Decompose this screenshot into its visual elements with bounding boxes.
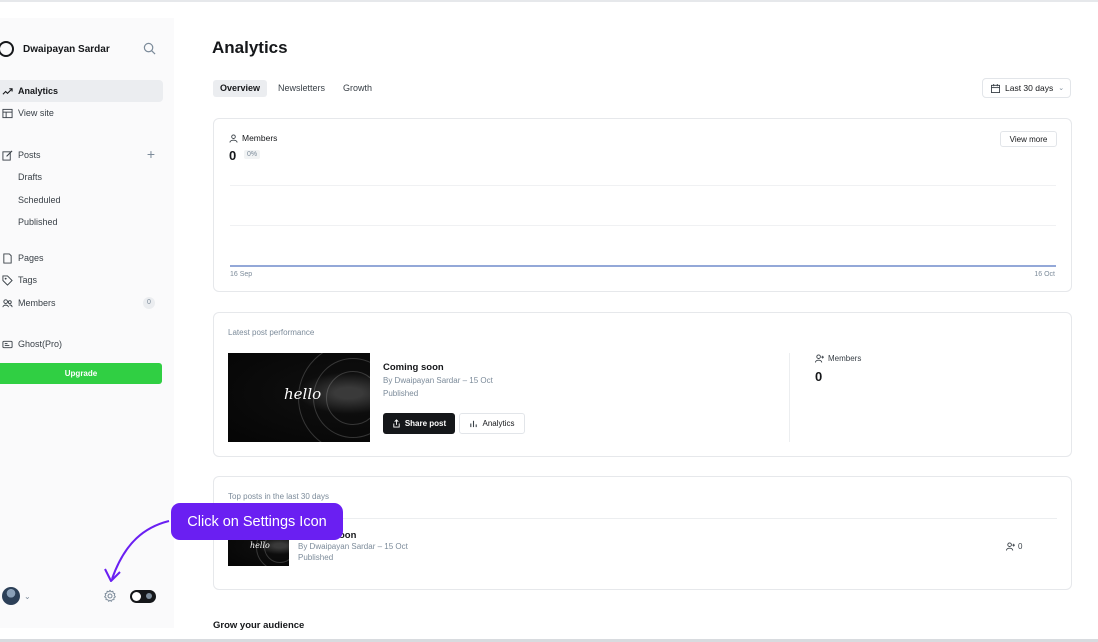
site-brand[interactable]: Dwaipayan Sardar: [0, 40, 110, 58]
members-label: Members: [229, 133, 277, 143]
post-members-value: 0: [815, 369, 823, 384]
share-post-label: Share post: [404, 419, 447, 428]
thumbnail-text: hello: [250, 541, 270, 550]
post-analytics-label: Analytics: [482, 419, 515, 428]
top-post-status: Published: [298, 553, 334, 562]
share-icon: [393, 419, 400, 428]
post-title[interactable]: Coming soon: [383, 362, 444, 373]
sidebar-item-pages[interactable]: Pages: [0, 247, 163, 269]
chart-gridline: [230, 185, 1056, 186]
sidebar-item-scheduled[interactable]: Scheduled: [0, 189, 163, 211]
sidebar-item-label: Published: [18, 217, 58, 227]
top-post-members: 0: [1006, 542, 1022, 551]
thumbnail-text: hello: [284, 385, 322, 403]
latest-post-card: Latest post performance hello Coming soo…: [213, 312, 1072, 457]
sidebar-item-label: Analytics: [18, 86, 59, 96]
post-members-label-text: Members: [828, 354, 862, 363]
edit-icon: [2, 150, 13, 161]
moon-icon: [146, 593, 152, 599]
date-range-dropdown[interactable]: Last 30 days ⌄: [982, 78, 1071, 98]
post-analytics-button[interactable]: Analytics: [459, 413, 525, 434]
grow-audience-heading: Grow your audience: [213, 620, 305, 631]
chart-gridline: [230, 225, 1056, 226]
bar-chart-icon: [470, 420, 478, 428]
sidebar-item-label: Tags: [18, 275, 38, 285]
sidebar-item-label: Ghost(Pro): [18, 339, 63, 349]
avatar[interactable]: [2, 587, 20, 605]
post-status: Published: [383, 389, 419, 398]
date-range-label: Last 30 days: [1005, 83, 1054, 93]
sidebar-item-label: Drafts: [18, 172, 43, 182]
layout-icon: [2, 108, 13, 118]
chevron-down-icon: ⌄: [1058, 85, 1065, 92]
search-icon[interactable]: [143, 42, 156, 55]
user-add-icon: [1006, 542, 1015, 551]
site-logo-icon: [0, 41, 14, 57]
tag-icon: [2, 274, 13, 286]
sidebar-item-drafts[interactable]: Drafts: [0, 166, 163, 188]
divider: [789, 353, 790, 442]
sidebar-item-label: Members: [18, 298, 56, 308]
sidebar-item-tags[interactable]: Tags: [0, 269, 163, 291]
tutorial-tooltip: Click on Settings Icon: [171, 503, 343, 540]
view-more-button[interactable]: View more: [1000, 131, 1057, 147]
chevron-down-icon[interactable]: ⌄: [24, 592, 31, 601]
add-post-icon[interactable]: +: [147, 147, 155, 161]
tab-overview[interactable]: Overview: [213, 80, 268, 97]
post-byline: By Dwaipayan Sardar – 15 Oct: [383, 376, 493, 385]
calendar-icon: [991, 83, 1000, 93]
sidebar-item-analytics[interactable]: Analytics: [0, 80, 163, 102]
sidebar-item-label: Scheduled: [18, 195, 61, 205]
trend-icon: [2, 87, 13, 95]
members-value: 0: [229, 148, 237, 163]
sidebar-item-posts[interactable]: Posts +: [0, 144, 163, 166]
sidebar-item-label: Pages: [18, 253, 44, 263]
members-change-badge: 0%: [244, 150, 261, 159]
tab-growth[interactable]: Growth: [336, 80, 379, 97]
x-axis-start-label: 16 Sep: [230, 271, 253, 278]
members-label-text: Members: [242, 133, 278, 143]
divider: [228, 518, 1057, 519]
members-chart-card: Members 0 0% View more 16 Sep 16 Oct: [213, 118, 1072, 292]
members-series-line: [230, 265, 1056, 267]
sidebar-item-members[interactable]: Members 0: [0, 292, 163, 314]
post-members-label: Members: [815, 354, 861, 363]
top-post-byline: By Dwaipayan Sardar – 15 Oct: [298, 542, 408, 551]
sidebar-item-label: Posts: [18, 150, 41, 160]
upgrade-button[interactable]: Upgrade: [0, 363, 162, 384]
user-icon: [229, 133, 238, 143]
page-icon: [3, 252, 12, 264]
app-window: Dwaipayan Sardar Analytics View site Pos…: [0, 0, 1098, 642]
dark-mode-toggle[interactable]: [130, 590, 156, 603]
top-post-members-value: 0: [1018, 542, 1023, 551]
section-title: Top posts in the last 30 days: [228, 492, 329, 501]
sidebar-item-label: View site: [18, 108, 54, 118]
sidebar-item-published[interactable]: Published: [0, 211, 163, 233]
sidebar-item-ghost-pro[interactable]: Ghost(Pro): [0, 333, 163, 355]
analytics-tabs: Overview Newsletters Growth: [213, 80, 383, 97]
page-title: Analytics: [212, 38, 288, 57]
sidebar-item-view-site[interactable]: View site: [0, 102, 163, 124]
section-title: Latest post performance: [228, 328, 315, 337]
members-count-badge: 0: [143, 297, 155, 309]
share-post-button[interactable]: Share post: [383, 413, 455, 434]
post-thumbnail[interactable]: hello: [228, 353, 370, 442]
tutorial-arrow-icon: [104, 520, 170, 582]
x-axis-end-label: 16 Oct: [1034, 271, 1055, 278]
tab-newsletters[interactable]: Newsletters: [271, 80, 332, 97]
user-add-icon: [815, 354, 824, 363]
site-name: Dwaipayan Sardar: [23, 43, 110, 55]
members-icon: [2, 298, 13, 307]
settings-gear-icon[interactable]: [103, 589, 117, 603]
card-icon: [2, 340, 13, 348]
